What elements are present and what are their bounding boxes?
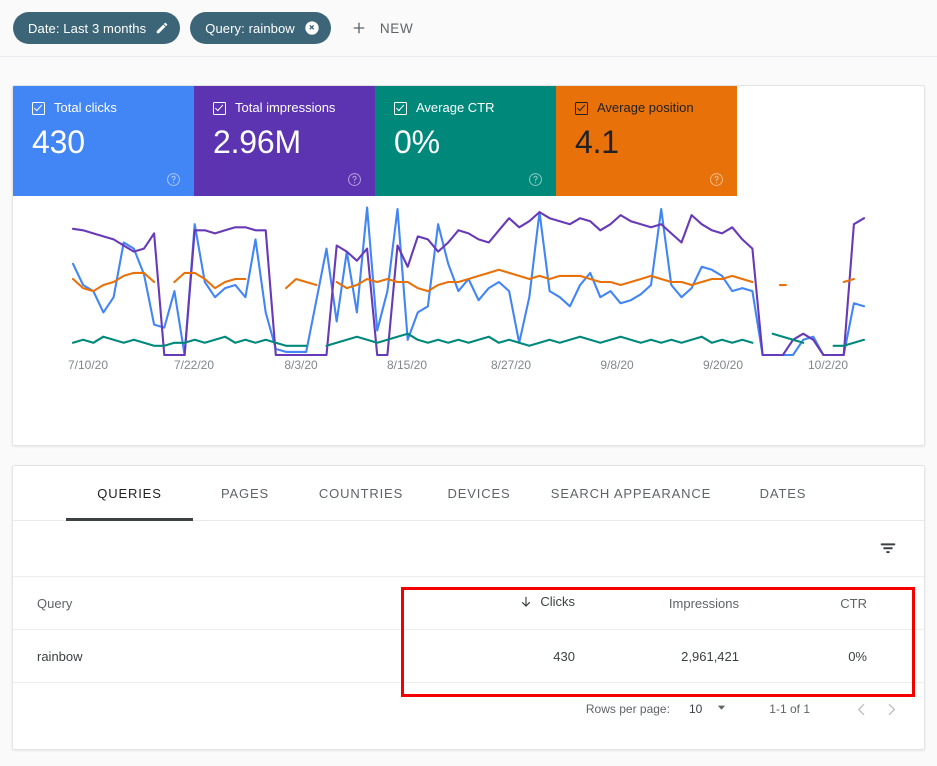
pencil-icon[interactable] [155, 21, 169, 35]
chip-date-label: Date: Last 3 months [28, 20, 147, 36]
column-header-impressions[interactable]: Impressions [589, 577, 755, 630]
chip-query-label: Query: rainbow [205, 20, 295, 36]
table-head: Query Clicks Impressions CTR [13, 577, 924, 630]
next-page-button[interactable] [876, 694, 906, 724]
metric-label-total-clicks: Total clicks [54, 100, 117, 115]
column-header-impressions-label: Impressions [668, 595, 739, 611]
cell-query: rainbow [13, 629, 427, 683]
metric-value-total-impressions: 2.96M [213, 124, 301, 160]
column-header-ctr-label: CTR [840, 595, 867, 611]
column-header-position[interactable]: Position [883, 577, 924, 630]
x-tick-label: 8/27/20 [490, 358, 532, 372]
tab-countries[interactable]: COUNTRIES [297, 486, 425, 501]
new-filter-label: NEW [379, 20, 414, 36]
chevron-down-icon [716, 702, 727, 716]
performance-chart-svg [71, 206, 866, 357]
column-header-clicks[interactable]: Clicks [427, 577, 589, 630]
queries-table: Query Clicks Impressions CTR rainbow 430… [13, 577, 924, 683]
help-icon[interactable] [166, 172, 181, 187]
cell-ctr: 0% [755, 629, 883, 683]
metric-label-total-impressions: Total impressions [235, 100, 336, 115]
column-header-ctr[interactable]: CTR [755, 577, 883, 630]
filter-bar: Date: Last 3 months Query: rainbow NEW [0, 0, 937, 57]
tab-search-appearance[interactable]: SEARCH APPEARANCE [533, 486, 729, 501]
table-header-row: Query Clicks Impressions CTR [13, 577, 924, 630]
checkbox-average-ctr[interactable] [394, 101, 407, 115]
metric-label-average-ctr: Average CTR [416, 100, 495, 115]
x-tick-label: 10/2/20 [807, 358, 849, 372]
table-body: rainbow 430 2,961,421 0% 4.1 [13, 629, 924, 683]
help-icon[interactable] [709, 172, 724, 187]
metric-header: Total impressions [213, 100, 375, 116]
filter-icon[interactable] [877, 537, 901, 561]
chart-series-total-impressions [71, 211, 866, 357]
checkbox-total-clicks[interactable] [32, 101, 45, 115]
x-tick-label: 7/10/20 [67, 358, 109, 372]
table-pagination: Rows per page: 10 1-1 of 1 [13, 683, 924, 735]
help-icon[interactable] [347, 172, 362, 187]
x-tick-label: 9/20/20 [702, 358, 744, 372]
x-tick-label: 9/8/20 [600, 358, 634, 372]
rows-per-page-select[interactable]: 10 [689, 702, 727, 716]
cell-impressions: 2,961,421 [589, 629, 755, 683]
performance-table-panel: QUERIES PAGES COUNTRIES DEVICES SEARCH APPEA… [12, 465, 925, 750]
metric-header: Average CTR [394, 100, 556, 116]
checkbox-total-impressions[interactable] [213, 101, 226, 115]
previous-page-button[interactable] [846, 694, 876, 724]
new-filter-button[interactable]: NEW [348, 12, 414, 44]
metric-value-average-position: 4.1 [575, 124, 619, 160]
metric-header: Total clicks [32, 100, 194, 116]
chart-series-total-clicks [71, 206, 866, 357]
chip-query-filter[interactable]: Query: rainbow [190, 12, 331, 44]
performance-overview-panel: Total clicks 430 Total impressions 2.96M [12, 85, 925, 446]
pagination-range-label: 1-1 of 1 [769, 702, 810, 716]
column-header-query-label: Query [37, 595, 73, 611]
chart-series-average-ctr [832, 338, 866, 347]
rows-per-page-label: Rows per page: [585, 702, 670, 716]
close-circle-icon[interactable] [304, 20, 320, 36]
tab-devices[interactable]: DEVICES [425, 486, 533, 501]
chart-x-axis-labels: 7/10/20 7/22/20 8/3/20 8/15/20 8/27/20 9/8/20… [13, 358, 924, 376]
column-header-clicks-label: Clicks [540, 594, 575, 610]
cell-clicks: 430 [427, 629, 589, 683]
checkbox-average-position[interactable] [575, 101, 588, 115]
metric-card-average-ctr[interactable]: Average CTR 0% [375, 86, 556, 196]
column-header-query[interactable]: Query [13, 577, 427, 630]
tab-search-appearance-label: SEARCH APPEARANCE [550, 485, 712, 501]
metric-value-average-ctr: 0% [394, 124, 440, 160]
tab-queries-label: QUERIES [97, 485, 162, 501]
table-row[interactable]: rainbow 430 2,961,421 0% 4.1 [13, 629, 924, 683]
table-tabs: QUERIES PAGES COUNTRIES DEVICES SEARCH APPEA… [13, 466, 924, 521]
metric-header: Average position [575, 100, 737, 116]
metric-card-total-impressions[interactable]: Total impressions 2.96M [194, 86, 375, 196]
chip-date-filter[interactable]: Date: Last 3 months [13, 12, 181, 44]
performance-chart[interactable]: 7/10/20 7/22/20 8/3/20 8/15/20 8/27/20 9/8/20… [13, 196, 924, 445]
x-tick-label: 8/15/20 [386, 358, 428, 372]
cell-position: 4.1 [883, 629, 924, 683]
metric-value-total-clicks: 430 [32, 124, 85, 160]
plus-icon [348, 17, 370, 39]
metric-card-average-position[interactable]: Average position 4.1 [556, 86, 737, 196]
x-tick-label: 7/22/20 [173, 358, 215, 372]
chart-series-average-position [842, 277, 855, 284]
tab-pages-label: PAGES [220, 485, 270, 501]
tab-pages[interactable]: PAGES [193, 486, 297, 501]
tab-queries[interactable]: QUERIES [66, 486, 193, 501]
arrow-down-icon [519, 595, 533, 609]
rows-per-page-value: 10 [688, 702, 703, 716]
tab-dates[interactable]: DATES [729, 486, 837, 501]
metric-card-total-clicks[interactable]: Total clicks 430 [13, 86, 194, 196]
tab-dates-label: DATES [759, 485, 807, 501]
tab-countries-label: COUNTRIES [318, 485, 404, 501]
tab-devices-label: DEVICES [447, 485, 511, 501]
help-icon[interactable] [528, 172, 543, 187]
x-tick-label: 8/3/20 [284, 358, 318, 372]
table-toolbar [13, 521, 924, 577]
metric-label-average-position: Average position [597, 100, 694, 115]
metric-cards: Total clicks 430 Total impressions 2.96M [13, 86, 924, 196]
